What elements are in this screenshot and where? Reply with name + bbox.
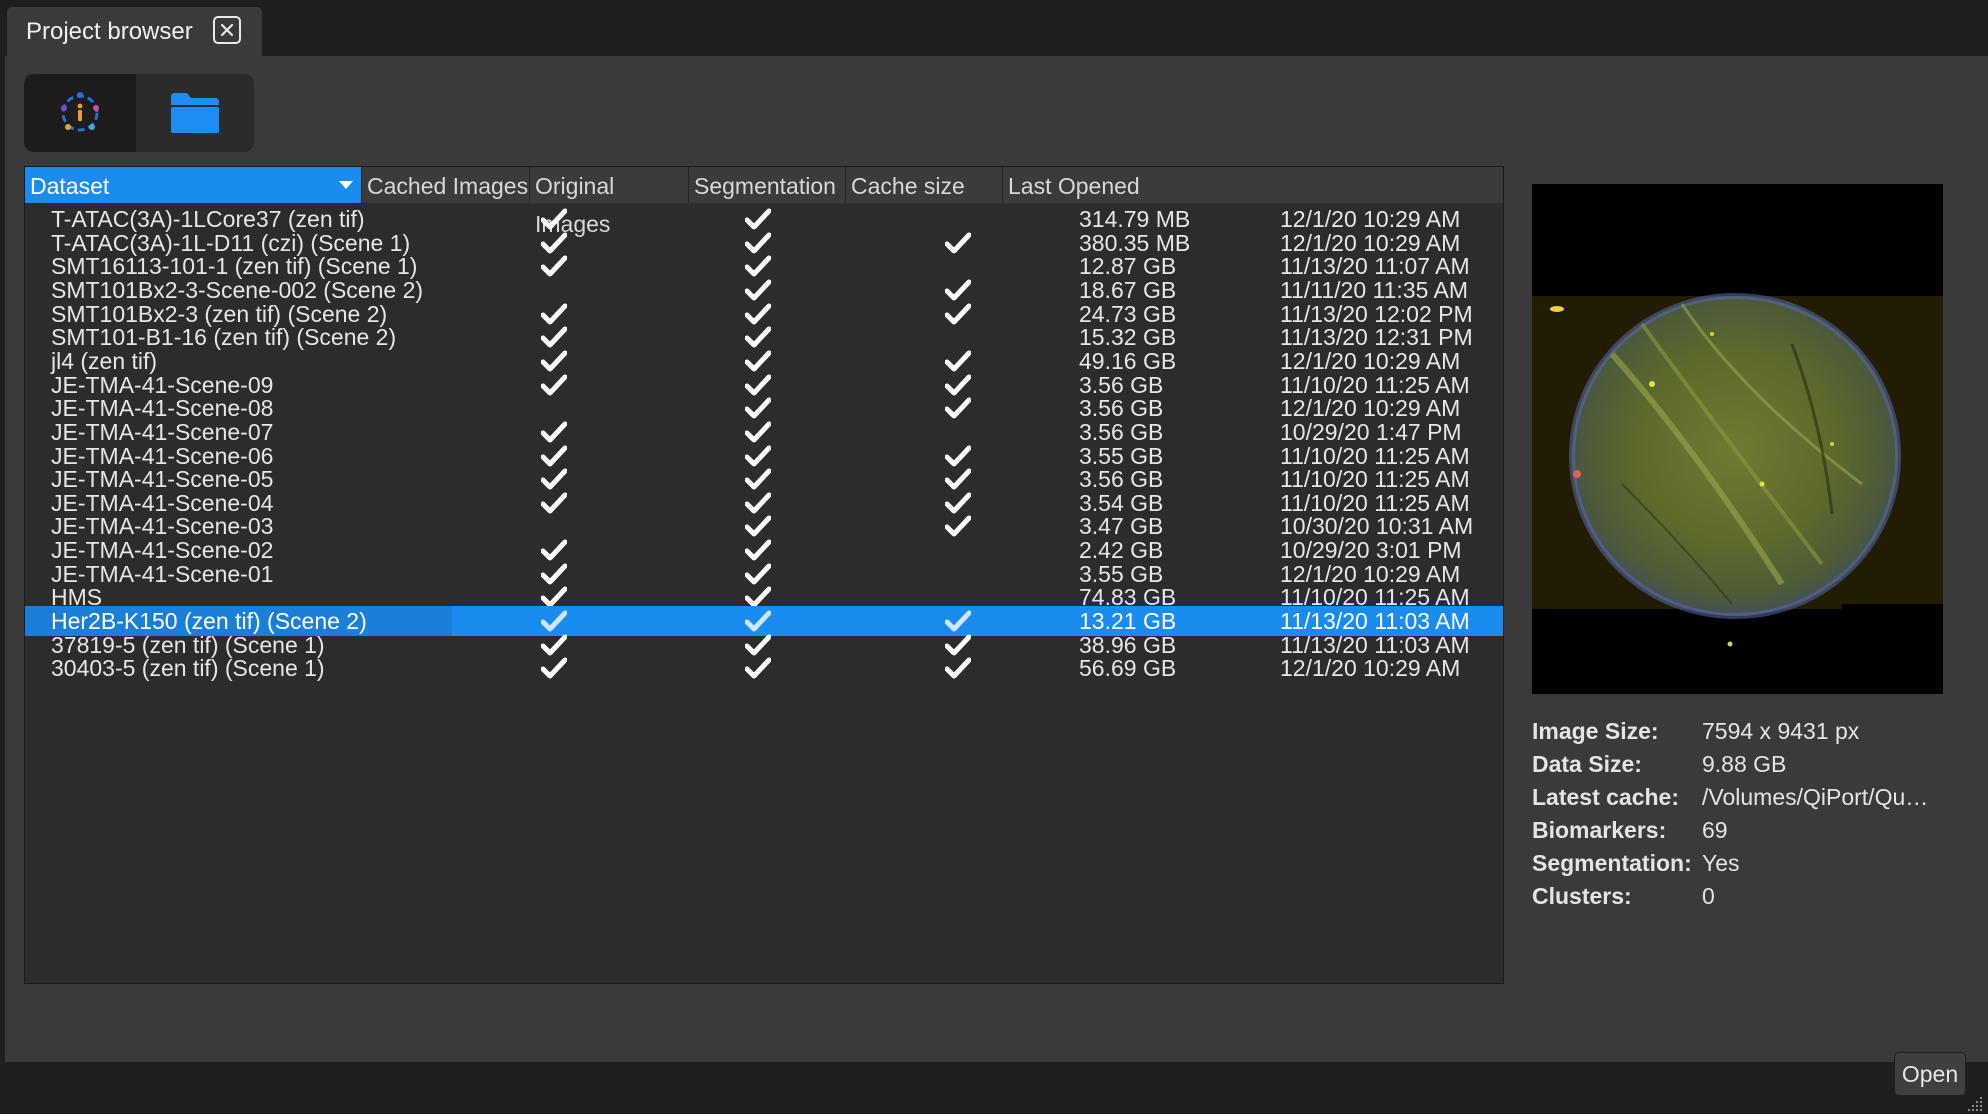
column-header-label: Cache size [851, 173, 965, 199]
table-row[interactable]: 30403-5 (zen tif) (Scene 1) 56.69 GB 12/1/… [25, 653, 1503, 683]
open-folder-button[interactable] [136, 74, 254, 152]
detail-row: Segmentation: Yes [1532, 848, 1952, 878]
column-header-label: Segmentation [694, 173, 836, 199]
folder-icon [171, 93, 219, 133]
dataset-table: Dataset Cached Images Original Images Se… [24, 166, 1504, 984]
resize-grip-icon[interactable] [1965, 1094, 1985, 1114]
detail-row: Data Size: 9.88 GB [1532, 749, 1952, 779]
detail-row: Clusters: 0 [1532, 881, 1952, 911]
info-button[interactable] [24, 74, 136, 152]
column-header-original-images[interactable]: Original Images [530, 167, 689, 237]
column-header-dataset[interactable]: Dataset [25, 167, 362, 203]
image-preview [1532, 184, 1943, 694]
detail-label: Data Size: [1532, 751, 1642, 777]
open-button[interactable]: Open [1894, 1052, 1966, 1096]
column-header-segmentation[interactable]: Segmentation [689, 167, 846, 203]
original-images-check [658, 653, 858, 683]
detail-label: Segmentation: [1532, 850, 1692, 876]
last-opened: 12/1/20 10:29 AM [1280, 655, 1461, 682]
checkmark-icon [745, 657, 771, 679]
column-header-cached-images[interactable]: Cached Images [362, 167, 530, 203]
segmentation-check [859, 653, 1057, 683]
toolbar [24, 74, 254, 152]
detail-value: 69 [1702, 817, 1728, 843]
dataset-name: 30403-5 (zen tif) (Scene 1) [51, 655, 325, 682]
close-icon[interactable] [213, 16, 241, 44]
detail-label: Clusters: [1532, 883, 1632, 909]
detail-label: Latest cache: [1532, 784, 1680, 810]
detail-value: 0 [1702, 883, 1715, 909]
checkmark-icon [945, 657, 971, 679]
cache-size: 56.69 GB [1079, 655, 1177, 682]
detail-value: Yes [1702, 850, 1740, 876]
cached-images-check [451, 653, 657, 683]
column-header-cache-size[interactable]: Cache size [846, 167, 1003, 203]
tab-project-browser[interactable]: Project browser [7, 7, 262, 56]
detail-row: Biomarkers: 69 [1532, 815, 1952, 845]
column-header-last-opened[interactable]: Last Opened [1003, 167, 1190, 203]
detail-value: 7594 x 9431 px [1702, 718, 1860, 744]
column-header-label: Dataset [30, 173, 110, 199]
detail-row: Image Size: 7594 x 9431 px [1532, 716, 1952, 746]
detail-value: /Volumes/QiPort/Qu… [1702, 784, 1929, 810]
detail-label: Image Size: [1532, 718, 1659, 744]
table-header: Dataset Cached Images Original Images Se… [25, 167, 1503, 237]
tab-title: Project browser [26, 17, 193, 45]
project-browser-panel: Dataset Cached Images Original Images Se… [5, 56, 1988, 1111]
detail-value: 9.88 GB [1702, 751, 1787, 777]
column-header-label: Last Opened [1008, 173, 1140, 199]
sort-arrow-icon [339, 181, 353, 189]
column-header-label: Cached Images [367, 173, 529, 199]
info-icon [61, 92, 99, 132]
checkmark-icon [541, 657, 567, 679]
tab-bar: Project browser [0, 0, 1988, 56]
detail-row: Latest cache: /Volumes/QiPort/Qu… [1532, 782, 1952, 812]
detail-label: Biomarkers: [1532, 817, 1667, 843]
